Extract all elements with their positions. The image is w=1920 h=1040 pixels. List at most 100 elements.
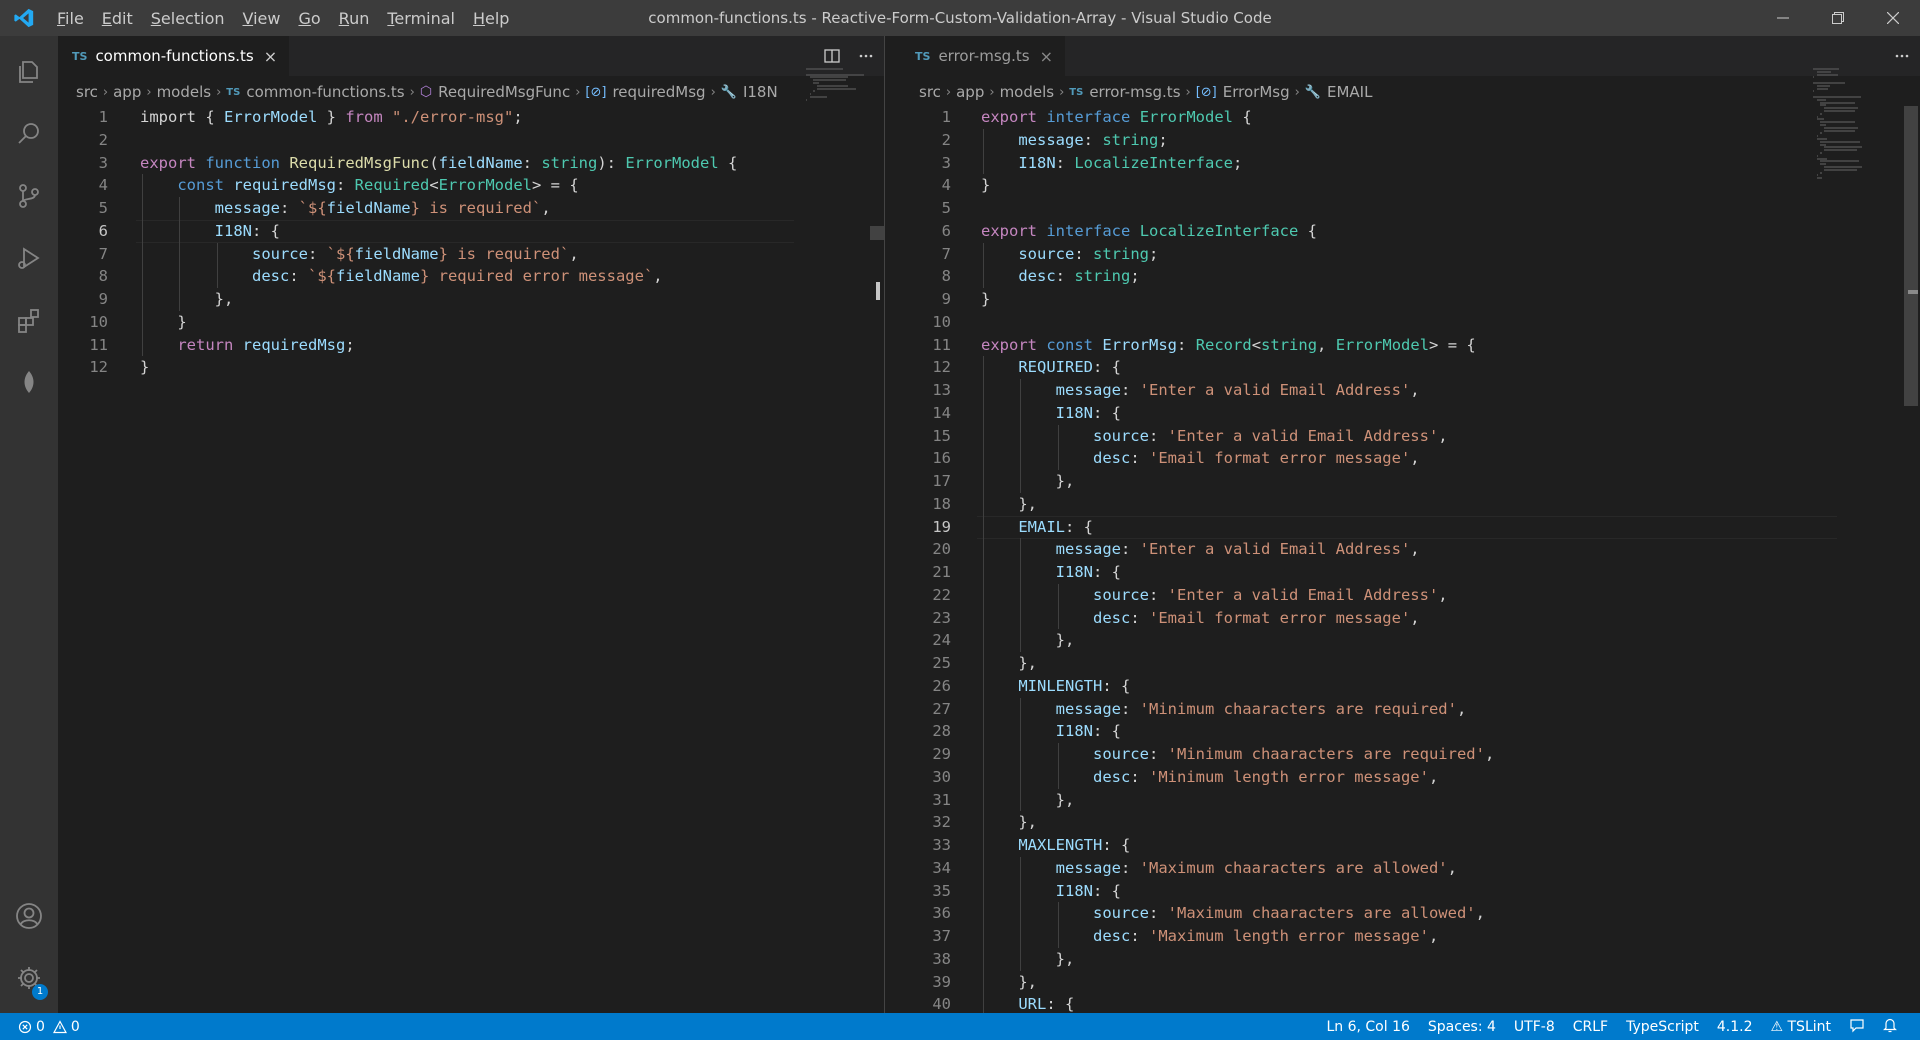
menu-go[interactable]: Go — [289, 9, 329, 28]
code-line[interactable]: 6 I18N: { — [58, 219, 858, 243]
more-actions-icon[interactable] — [1894, 48, 1910, 64]
extensions-icon[interactable] — [0, 292, 58, 348]
right-minimap[interactable] — [1813, 68, 1891, 188]
breadcrumb-src[interactable]: src — [919, 83, 941, 101]
code-line[interactable]: 2 — [58, 129, 858, 152]
code-line[interactable]: 5 — [901, 197, 1901, 220]
code-line[interactable]: 7 source: string; — [901, 242, 1901, 266]
code-line[interactable]: 10 } — [58, 310, 858, 334]
code-line[interactable]: 10 — [901, 311, 1901, 334]
code-line[interactable]: 3 export function RequiredMsgFunc(fieldNa… — [58, 152, 858, 175]
more-actions-icon[interactable] — [858, 48, 874, 64]
menu-help[interactable]: Help — [464, 9, 518, 28]
breadcrumb-variable[interactable]: ErrorMsg — [1223, 83, 1290, 101]
code-line[interactable]: 36 source: 'Maximum chaaracters are allo… — [901, 902, 1901, 925]
code-line[interactable]: 27 message: 'Minimum chaaracters are req… — [901, 697, 1901, 721]
left-scrollbar[interactable] — [870, 106, 884, 1013]
code-line[interactable]: 5 message: `${fieldName} is required`, — [58, 197, 858, 220]
code-line[interactable]: 23 desc: 'Email format error message', — [901, 606, 1901, 630]
settings-gear-icon[interactable]: 1 — [0, 950, 58, 1006]
code-line[interactable]: 8 desc: `${fieldName} required error mes… — [58, 265, 858, 288]
code-line[interactable]: 11 export const ErrorMsg: Record<string, … — [901, 334, 1901, 357]
close-window-button[interactable] — [1865, 0, 1920, 36]
typescript-version[interactable]: 4.1.2 — [1708, 1019, 1762, 1035]
code-line[interactable]: 31 }, — [901, 788, 1901, 812]
menu-selection[interactable]: Selection — [142, 9, 234, 28]
restore-button[interactable] — [1810, 0, 1865, 36]
code-line[interactable]: 29 source: 'Minimum chaaracters are requ… — [901, 743, 1901, 766]
code-line[interactable]: 18 }, — [901, 492, 1901, 516]
code-line[interactable]: 12 REQUIRED: { — [901, 356, 1901, 379]
breadcrumb-property[interactable]: I18N — [743, 83, 778, 101]
code-line[interactable]: 19 EMAIL: { — [901, 515, 1901, 539]
code-line[interactable]: 17 }, — [901, 470, 1901, 493]
editor-group-divider[interactable] — [884, 36, 902, 1013]
code-line[interactable]: 37 desc: 'Maximum length error message', — [901, 925, 1901, 948]
code-line[interactable]: 30 desc: 'Minimum length error message', — [901, 765, 1901, 789]
code-line[interactable]: 14 I18N: { — [901, 401, 1901, 425]
account-icon[interactable] — [0, 888, 58, 944]
indentation[interactable]: Spaces: 4 — [1419, 1019, 1505, 1035]
code-line[interactable]: 3 I18N: LocalizeInterface; — [901, 151, 1901, 175]
code-line[interactable]: 4 const requiredMsg: Required<ErrorModel… — [58, 174, 858, 197]
breadcrumb-app[interactable]: app — [113, 83, 141, 101]
code-line[interactable]: 9 }, — [58, 288, 858, 311]
explorer-icon[interactable] — [0, 44, 58, 100]
code-line[interactable]: 38 }, — [901, 947, 1901, 971]
breadcrumb-models[interactable]: models — [157, 83, 212, 101]
code-line[interactable]: 11 return requiredMsg; — [58, 333, 858, 357]
code-line[interactable]: 28 I18N: { — [901, 720, 1901, 743]
menu-terminal[interactable]: Terminal — [378, 9, 464, 28]
tab-common-functions[interactable]: TS common-functions.ts × — [58, 36, 290, 76]
code-line[interactable]: 21 I18N: { — [901, 561, 1901, 584]
encoding[interactable]: UTF-8 — [1505, 1019, 1564, 1035]
close-tab-icon[interactable]: × — [264, 47, 277, 66]
code-line[interactable]: 9} — [901, 288, 1901, 311]
close-tab-icon[interactable]: × — [1040, 47, 1053, 66]
left-code-editor[interactable]: 1 import { ErrorModel } from "./error-msg… — [58, 106, 884, 1013]
code-line[interactable]: 32 }, — [901, 811, 1901, 834]
code-line[interactable]: 16 desc: 'Email format error message', — [901, 447, 1901, 470]
code-line[interactable]: 39 }, — [901, 970, 1901, 994]
feedback-icon[interactable] — [1840, 1017, 1874, 1037]
split-editor-icon[interactable] — [824, 48, 840, 64]
menu-edit[interactable]: Edit — [93, 9, 142, 28]
problems-indicator[interactable]: 0 0 — [18, 1013, 80, 1040]
code-line[interactable]: 8 desc: string; — [901, 265, 1901, 288]
code-line[interactable]: 33 MAXLENGTH: { — [901, 834, 1901, 857]
menu-view[interactable]: View — [234, 9, 290, 28]
line-ending[interactable]: CRLF — [1564, 1019, 1617, 1035]
run-debug-icon[interactable] — [0, 230, 58, 286]
cursor-position[interactable]: Ln 6, Col 16 — [1317, 1019, 1418, 1035]
code-line[interactable]: 2 message: string; — [901, 128, 1901, 152]
search-icon[interactable] — [0, 106, 58, 162]
language-mode[interactable]: TypeScript — [1617, 1019, 1708, 1035]
code-line[interactable]: 40 URL: { — [901, 993, 1901, 1013]
menu-file[interactable]: File — [48, 9, 93, 28]
breadcrumb-file[interactable]: common-functions.ts — [246, 83, 404, 101]
code-line[interactable]: 4} — [901, 174, 1901, 197]
right-scrollbar[interactable] — [1904, 106, 1918, 1013]
breadcrumb-property[interactable]: EMAIL — [1327, 83, 1372, 101]
code-line[interactable]: 22 source: 'Enter a valid Email Address'… — [901, 583, 1901, 607]
mongodb-leaf-icon[interactable] — [0, 354, 58, 410]
breadcrumb-src[interactable]: src — [76, 83, 98, 101]
code-line[interactable]: 35 I18N: { — [901, 879, 1901, 903]
code-line[interactable]: 12} — [58, 356, 858, 379]
code-line[interactable]: 6 export interface LocalizeInterface { — [901, 220, 1901, 243]
menu-run[interactable]: Run — [330, 9, 379, 28]
code-line[interactable]: 1 export interface ErrorModel { — [901, 106, 1901, 129]
notifications-bell-icon[interactable] — [1874, 1017, 1906, 1037]
breadcrumb-models[interactable]: models — [1000, 83, 1055, 101]
code-line[interactable]: 13 message: 'Enter a valid Email Address… — [901, 379, 1901, 402]
code-line[interactable]: 7 source: `${fieldName} is required`, — [58, 242, 858, 266]
breadcrumb-function[interactable]: RequiredMsgFunc — [438, 83, 570, 101]
code-line[interactable]: 25 }, — [901, 652, 1901, 675]
breadcrumb-app[interactable]: app — [956, 83, 984, 101]
right-code-editor[interactable]: 1 export interface ErrorModel {2 message:… — [901, 106, 1920, 1013]
code-line[interactable]: 20 message: 'Enter a valid Email Address… — [901, 538, 1901, 561]
code-line[interactable]: 26 MINLENGTH: { — [901, 674, 1901, 698]
code-line[interactable]: 24 }, — [901, 629, 1901, 652]
source-control-icon[interactable] — [0, 168, 58, 224]
minimize-button[interactable] — [1755, 0, 1810, 36]
